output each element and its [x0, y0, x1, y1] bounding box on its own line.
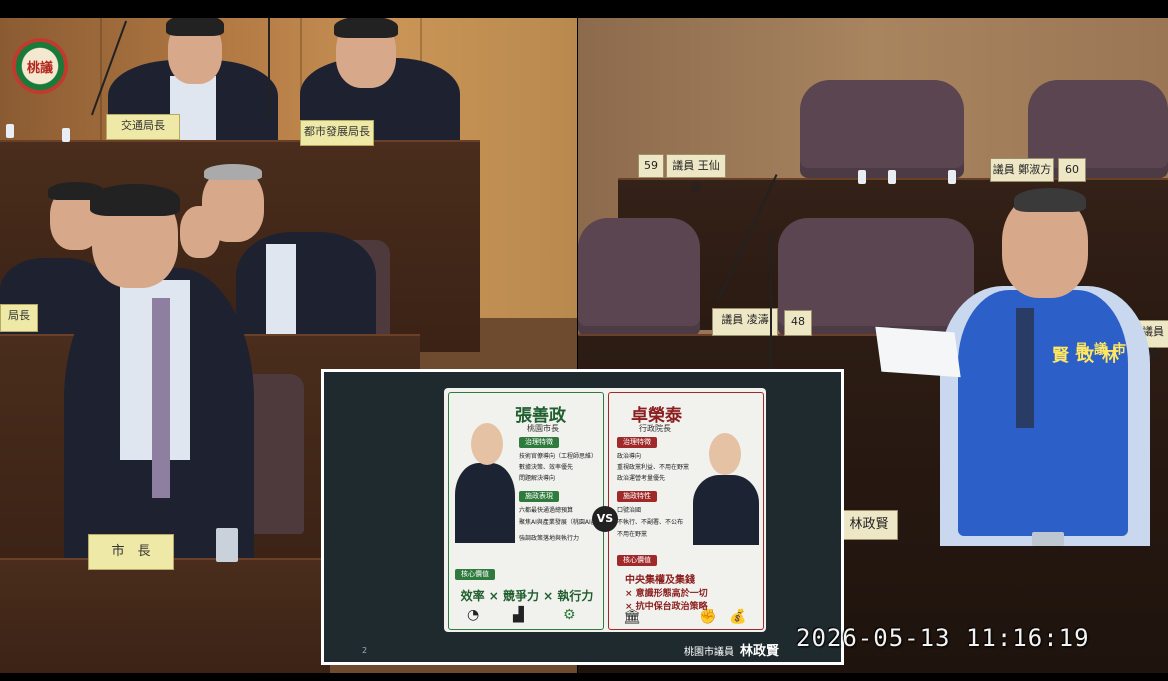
right-tag-values: 核心價值: [617, 555, 657, 566]
left-item-3: 問題解決導向: [519, 475, 556, 482]
comparison-card: 張善政 桃園市長 治理特徵 技術官僚導向（工程師思維） 數據決策、效率優先 問題…: [444, 388, 766, 632]
nameplate-side: 局長: [0, 304, 38, 332]
right-column: 卓榮泰 行政院長 治理特徵 政治導向 重視政黨利益、不用在野黨 政治運營考量優先…: [608, 392, 764, 630]
speedometer-icon: ◔: [467, 607, 480, 623]
video-frame: 桃議 交通局長 都市發展局長 局長 市 長 59 議員 王仙蓮 議員 鄭淑方 6…: [0, 0, 1168, 681]
seat-number-60: 60: [1058, 158, 1086, 182]
left-values: 效率 × 競爭力 × 執行力: [460, 589, 594, 603]
portrait-left: [455, 463, 515, 543]
left-item-1: 技術官僚導向（工程師思維）: [519, 453, 598, 460]
letterbox-top: [0, 0, 1168, 18]
money-bag-icon: 💰: [729, 609, 747, 625]
council-logo: 桃議: [12, 38, 68, 94]
empty-seat: [578, 218, 700, 336]
vs-badge: VS: [592, 506, 618, 532]
fist-icon: ✊: [699, 609, 717, 625]
left-item-2: 數據決策、效率優先: [519, 464, 574, 471]
nameplate-top-left: 交通局長: [106, 114, 180, 140]
right-item-3: 政治運營考量優先: [617, 475, 666, 482]
video-timestamp: 2026-05-13 11:16:19: [796, 624, 1090, 652]
right-trait-2: 不執行、不副署、不公布: [617, 519, 684, 526]
right-trait-3: 不用在野黨: [617, 531, 648, 538]
vest-name: 林政賢: [1048, 346, 1118, 365]
nameplate-top-right: 都市發展局長: [300, 120, 374, 146]
nameplate-seat-48: 議員 凌濤: [712, 308, 778, 336]
slide-overlay: 張善政 桃園市長 治理特徵 技術官僚導向（工程師思維） 數據決策、效率優先 問題…: [321, 369, 844, 665]
left-perf-1: 六都最快通過總預算: [519, 507, 574, 514]
slide-footer: 桃園市議員 林政賢: [684, 640, 779, 659]
right-tag-governance: 治理特徵: [617, 437, 657, 448]
left-column: 張善政 桃園市長 治理特徵 技術官僚導向（工程師思維） 數據決策、效率優先 問題…: [448, 392, 615, 630]
nameplate-seat-59: 議員 王仙蓮: [666, 154, 726, 194]
left-tag-values: 核心價值: [455, 569, 495, 580]
footer-name: 林政賢: [740, 644, 780, 659]
slide-screen: 張善政 桃園市長 治理特徵 技術官僚導向（工程師思維） 數據決策、效率優先 問題…: [324, 372, 841, 662]
right-item-1: 政治導向: [617, 453, 642, 460]
growth-chart-icon: ▟: [513, 607, 524, 623]
left-title: 桃園市長: [527, 424, 559, 433]
right-values-item-1: × 意識形態高於一切: [625, 589, 708, 599]
slide-page-number: 2: [362, 646, 368, 655]
left-tag-performance: 施政表現: [519, 491, 559, 502]
right-trait-1: 口號治國: [617, 507, 642, 514]
nameplate-speaker: 林政賢: [840, 510, 898, 540]
letterbox-bottom: [0, 673, 1168, 681]
nameplate-seat-60: 議員 鄭淑方: [990, 158, 1054, 182]
lower-desk: [0, 558, 330, 673]
left-tag-governance: 治理特徵: [519, 437, 559, 448]
portrait-right: [693, 475, 759, 545]
seat-number-48: 48: [784, 310, 812, 336]
speech-paper: [875, 326, 961, 378]
empty-seat: [800, 80, 964, 178]
seat-number-59: 59: [638, 154, 664, 178]
right-item-2: 重視政黨利益、不用在野黨: [617, 464, 690, 471]
left-perf-3: 強調政策落地與執行力: [519, 535, 580, 542]
nameplate-mayor: 市 長: [88, 534, 174, 570]
gear-icon: ⚙: [563, 607, 576, 623]
right-values-title: 中央集權及集錢: [625, 575, 695, 586]
government-building-icon: 🏛: [623, 609, 641, 625]
footer-org: 桃園市議員: [684, 647, 734, 658]
right-title: 行政院長: [639, 424, 671, 433]
right-tag-traits: 施政特性: [617, 491, 657, 502]
